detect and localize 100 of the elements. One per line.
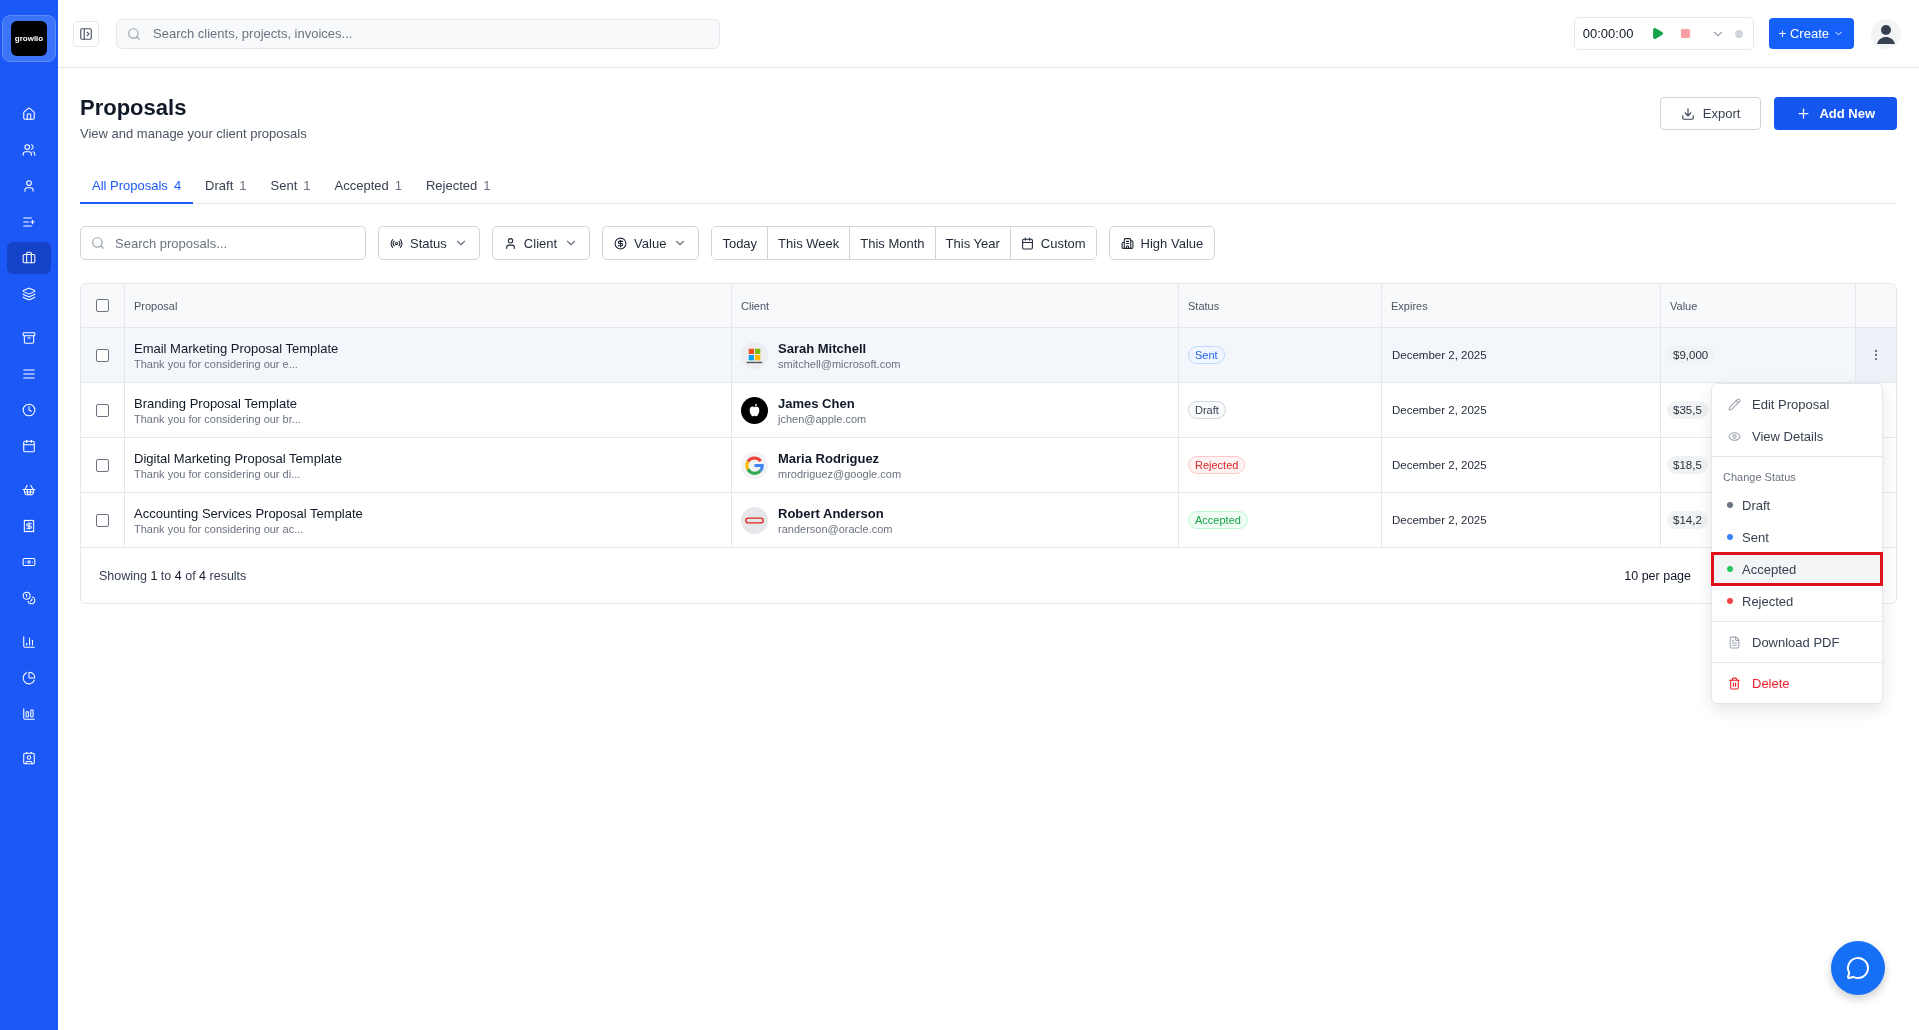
briefcase-icon xyxy=(22,251,36,265)
value-amount: $14,2 xyxy=(1667,511,1708,529)
menu-item[interactable]: Rejected xyxy=(1712,585,1882,617)
play-icon[interactable] xyxy=(1651,27,1665,40)
lines-icon xyxy=(22,367,36,381)
search-icon xyxy=(127,26,141,41)
document-icon xyxy=(1728,635,1741,649)
menu-item[interactable]: Sent xyxy=(1712,521,1882,553)
search-field[interactable]: Search proposals... xyxy=(113,227,355,259)
chat-button[interactable] xyxy=(1831,941,1885,995)
row-checkbox[interactable] xyxy=(96,403,109,417)
proposal-excerpt: Thank you for considering our di... xyxy=(134,467,302,480)
sidebar-toggle-button[interactable] xyxy=(73,20,99,47)
expiry-date: December 2, 2025 xyxy=(1391,514,1487,526)
layers-icon xyxy=(22,287,36,301)
people-icon xyxy=(22,143,36,157)
column-header: Value xyxy=(1670,299,1698,312)
select-all-checkbox[interactable] xyxy=(96,299,109,312)
menu-item[interactable]: Download PDF xyxy=(1712,626,1882,658)
house-icon xyxy=(22,107,36,121)
client-email: jchen@apple.com xyxy=(778,412,867,425)
search-box[interactable]: Search proposals... xyxy=(80,226,366,260)
client-email: smitchell@microsoft.com xyxy=(778,357,901,370)
tray-icon xyxy=(22,331,36,345)
building-icon xyxy=(1120,236,1134,250)
column-header: Client xyxy=(741,299,770,312)
expiry-date: December 2, 2025 xyxy=(1391,459,1487,471)
plus-icon xyxy=(1796,106,1812,121)
person-icon xyxy=(22,179,36,193)
create-button[interactable]: + Create xyxy=(1768,18,1854,49)
tab[interactable]: Rejected 1 xyxy=(413,168,503,204)
logo-tile[interactable]: growlio xyxy=(2,15,56,62)
proposal-excerpt: Thank you for considering our ac... xyxy=(134,522,305,535)
row-checkbox[interactable] xyxy=(96,348,109,362)
calendar-icon xyxy=(1020,236,1034,250)
client-name: Maria Rodriguez xyxy=(778,450,881,466)
proposal-excerpt: Thank you for considering our br... xyxy=(134,412,301,425)
menu-item[interactable]: Draft xyxy=(1712,489,1882,521)
pie-chart-icon xyxy=(22,671,36,685)
receipt-icon xyxy=(22,519,36,533)
menu-item[interactable]: Edit Proposal xyxy=(1712,388,1882,420)
apple-logo-icon xyxy=(741,396,768,424)
tab[interactable]: Sent 1 xyxy=(258,168,323,204)
pencil-icon xyxy=(1728,397,1741,411)
basket-icon xyxy=(22,483,36,497)
row-checkbox[interactable] xyxy=(96,513,109,527)
tab[interactable]: Accepted 1 xyxy=(322,168,414,204)
proposal-excerpt: Thank you for considering our e... xyxy=(134,357,299,370)
tab[interactable]: All Proposals 4 xyxy=(80,168,194,204)
menu-item[interactable]: Accepted xyxy=(1712,553,1882,585)
eye-icon xyxy=(1728,429,1741,443)
coins-icon xyxy=(22,591,36,605)
page-subtitle: View and manage your client proposals xyxy=(80,126,307,141)
results-summary: Showing 1 to 4 of 4 results xyxy=(99,568,247,583)
bar-chart-icon xyxy=(22,707,36,721)
page-title: Proposals xyxy=(80,94,188,122)
menu-section-label: Change Status xyxy=(1722,470,1797,485)
person-icon xyxy=(503,236,517,250)
filter-dropdown[interactable]: Client xyxy=(491,226,591,260)
download-icon xyxy=(1680,106,1695,121)
squares-logo-icon xyxy=(741,341,768,369)
calendar-icon xyxy=(22,439,36,453)
value-amount: $9,000 xyxy=(1667,346,1715,364)
tab[interactable]: Draft 1 xyxy=(193,168,259,204)
delete-menu-item[interactable]: Delete xyxy=(1712,667,1882,699)
filter-dropdown[interactable]: Value xyxy=(602,226,700,260)
filter-dropdown[interactable]: Status xyxy=(378,226,480,260)
add-new-button[interactable]: Add New xyxy=(1774,97,1897,130)
proposal-title: Branding Proposal Template xyxy=(134,395,299,411)
value-amount: $35,5 xyxy=(1667,401,1708,419)
sidebar-item[interactable] xyxy=(7,242,51,274)
ring-logo-icon xyxy=(741,451,768,479)
status-badge: Draft xyxy=(1188,401,1226,419)
search-icon xyxy=(91,236,105,250)
client-name: James Chen xyxy=(778,395,856,411)
clock-icon xyxy=(22,403,36,417)
row-checkbox[interactable] xyxy=(96,458,109,472)
status-badge: Accepted xyxy=(1188,511,1248,529)
status-dot-icon xyxy=(1735,29,1744,38)
banknote-icon xyxy=(22,555,36,569)
per-page-label: 10 per page xyxy=(1624,568,1691,583)
panel-icon xyxy=(79,26,93,41)
date-range-button[interactable]: Custom xyxy=(1009,227,1096,259)
timer-time: 00:00:00 xyxy=(1582,26,1634,41)
pill-logo-icon xyxy=(741,506,768,534)
menu-item[interactable]: View Details xyxy=(1712,420,1882,452)
high-value-button[interactable]: High Value xyxy=(1108,226,1216,260)
client-name: Sarah Mitchell xyxy=(778,340,868,356)
list-plus-icon xyxy=(22,215,36,229)
logo: growlio xyxy=(11,21,47,56)
signal-icon xyxy=(390,236,403,250)
client-email: mrodriguez@google.com xyxy=(778,467,902,480)
client-email: randerson@oracle.com xyxy=(778,522,893,535)
expiry-date: December 2, 2025 xyxy=(1391,404,1487,416)
avatar[interactable] xyxy=(1871,18,1901,49)
status-badge: Sent xyxy=(1188,346,1225,364)
column-header: Proposal xyxy=(134,299,178,312)
client-name: Robert Anderson xyxy=(778,505,885,521)
proposal-title: Digital Marketing Proposal Template xyxy=(134,450,342,466)
export-button[interactable]: Export xyxy=(1659,97,1762,130)
